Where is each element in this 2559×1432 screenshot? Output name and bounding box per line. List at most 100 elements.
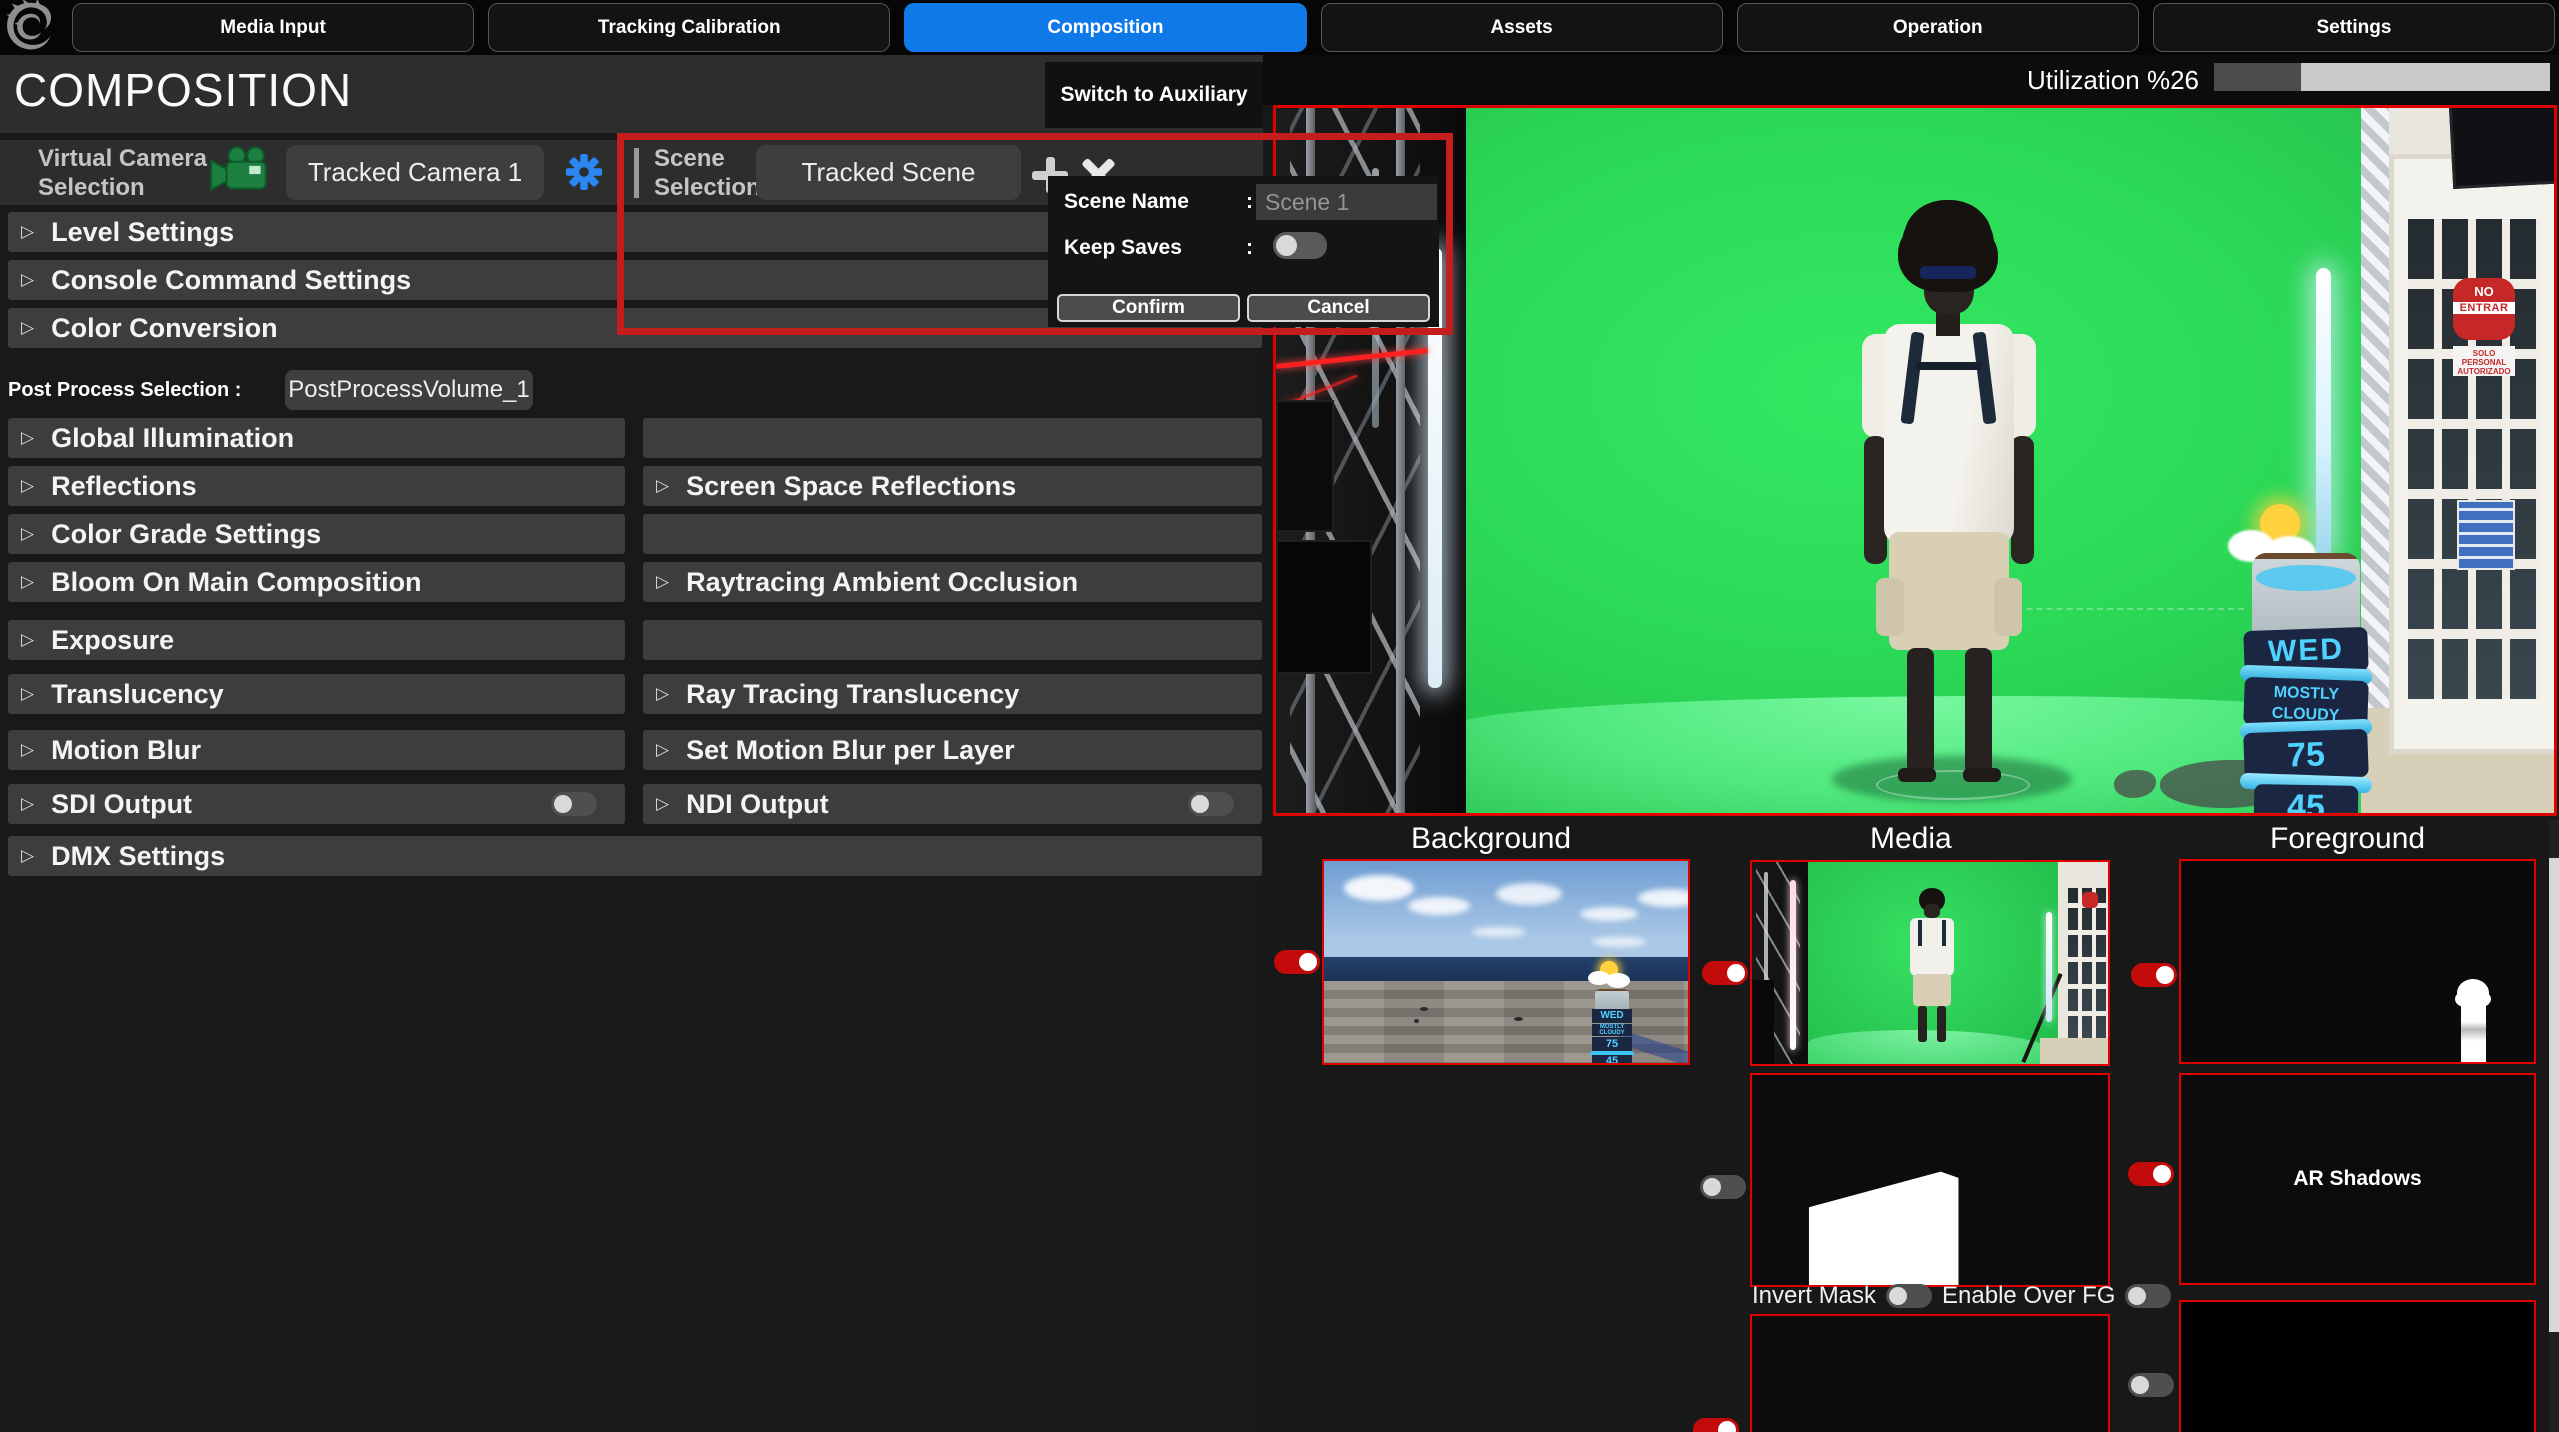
foreground-enable-toggle[interactable] [2131,963,2177,987]
divider [634,148,639,198]
section-sdi-output[interactable]: ▷SDI Output [8,784,625,824]
cancel-button[interactable]: Cancel [1247,294,1430,322]
brand-dragon-logo-icon [2,0,58,55]
talent-foot [1898,768,1936,782]
caret-right-icon: ▷ [21,846,34,866]
section-bloom-main-composition[interactable]: ▷Bloom On Main Composition [8,562,625,602]
caret-right-icon: ▷ [21,476,34,496]
barrel-cyan-ring [2256,565,2356,591]
virtual-camera-selection-label: Virtual CameraSelection [38,144,207,202]
ar-weather-barrel-mini: WED MOSTLY CLOUDY 75 45 [1592,989,1632,1065]
post-process-select[interactable]: PostProcessVolume_1 [285,370,533,410]
media-enable-toggle[interactable] [1702,961,1748,985]
media-row3-toggle[interactable] [1693,1418,1739,1432]
caret-right-icon: ▷ [21,684,34,704]
garbage-matte-shape [1752,1075,2108,1285]
background-enable-toggle[interactable] [1274,950,1320,974]
background-thumbnail[interactable]: WED MOSTLY CLOUDY 75 45 [1322,859,1690,1065]
no-entrar-sign [2082,892,2098,908]
section-global-illumination[interactable]: ▷Global Illumination [8,418,625,458]
caret-right-icon: ▷ [656,572,669,592]
section-ndi-output[interactable]: ▷NDI Output [643,784,1262,824]
media-mask-thumbnail[interactable] [1750,1073,2110,1287]
ar-shadows-toggle[interactable] [2128,1162,2174,1186]
main-tabs: Media Input Tracking Calibration Composi… [72,3,2555,52]
ar-shadows-label: AR Shadows [2181,1075,2534,1283]
no-entrar-sign: NO ENTRAR [2453,278,2515,340]
floor-debris [1414,1019,1419,1023]
french-door [2389,154,2557,754]
colon: : [1246,236,1253,260]
section-set-motion-blur-per-layer[interactable]: ▷Set Motion Blur per Layer [643,730,1262,770]
media-header: Media [1870,822,1952,856]
switch-to-auxiliary-button[interactable]: Switch to Auxiliary [1045,62,1263,128]
tab-operation[interactable]: Operation [1737,3,2139,52]
media-row3-thumbnail[interactable] [1750,1314,2110,1432]
talent-arm [2011,436,2034,564]
cargo-pocket [1994,578,2022,636]
virtual-camera-select[interactable]: Tracked Camera 1 [286,145,544,200]
section-color-grade-settings[interactable]: ▷Color Grade Settings [8,514,625,554]
ar-shadows-thumbnail[interactable]: AR Shadows [2179,1073,2536,1285]
foreground-thumbnail[interactable] [2179,859,2536,1064]
section-reflections[interactable]: ▷Reflections [8,466,625,506]
caret-right-icon: ▷ [21,524,34,544]
caret-right-icon: ▷ [656,476,669,496]
tab-settings[interactable]: Settings [2153,3,2555,52]
studio-speaker [1276,400,1334,532]
beige-floor [2040,1038,2110,1066]
scene-name-label: Scene Name [1064,190,1189,214]
page-title: COMPOSITION [14,63,352,117]
mask-options-row: Invert Mask Enable Over FG [1752,1282,2171,1310]
post-process-label: Post Process Selection : [8,379,241,402]
section-translucency[interactable]: ▷Translucency [8,674,625,714]
foreground-row3-toggle[interactable] [2128,1373,2174,1397]
keep-saves-toggle[interactable] [1273,232,1327,259]
invert-mask-toggle[interactable] [1886,1284,1932,1308]
foreground-mask-fragment [2461,1003,2486,1064]
section-motion-blur[interactable]: ▷Motion Blur [8,730,625,770]
ndi-output-toggle[interactable] [1188,792,1234,816]
mask-enable-toggle[interactable] [1700,1175,1746,1199]
tab-composition[interactable]: Composition [904,3,1306,52]
enable-over-fg-toggle[interactable] [2125,1284,2171,1308]
gear-icon[interactable] [565,153,603,191]
section-ray-tracing-translucency[interactable]: ▷Ray Tracing Translucency [643,674,1262,714]
door-wall [2058,862,2110,1066]
foreground-row3-thumbnail[interactable] [2179,1300,2536,1432]
confirm-button[interactable]: Confirm [1057,294,1240,322]
studio-door-wall: NO ENTRAR SOLO PERSONAL AUTORIZADO [2361,108,2557,816]
sea [1324,957,1688,981]
tab-tracking-calibration[interactable]: Tracking Calibration [488,3,890,52]
video-camera-icon [208,142,274,205]
led-tube [2316,268,2331,558]
talent-leg [1965,648,1992,774]
sdi-output-toggle[interactable] [551,792,597,816]
caret-right-icon: ▷ [21,630,34,650]
media-thumbnail[interactable] [1750,860,2110,1066]
caret-right-icon: ▷ [656,684,669,704]
scene-select[interactable]: Tracked Scene [756,145,1021,200]
section-raytracing-ambient-occlusion[interactable]: ▷Raytracing Ambient Occlusion [643,562,1262,602]
scene-name-input[interactable] [1256,184,1437,220]
scene-name-dialog: Scene Name : Keep Saves : Confirm Cancel [1048,176,1439,327]
chest-strap [1916,362,1982,370]
caret-right-icon: ▷ [21,270,34,290]
solo-personal-sign: SOLO PERSONAL AUTORIZADO [2453,346,2515,376]
talent-face [1924,904,1940,918]
tab-media-input[interactable]: Media Input [72,3,474,52]
ar-cloud [1606,973,1630,988]
tab-assets[interactable]: Assets [1321,3,1723,52]
caret-right-icon: ▷ [21,794,34,814]
utilization-strip: Utilization %26 [1263,55,2559,105]
section-screen-space-reflections[interactable]: ▷Screen Space Reflections [643,466,1262,506]
section-dmx-settings[interactable]: ▷DMX Settings [8,836,1262,876]
talent-shirt [1884,324,2014,544]
camera-rig [1276,540,1372,674]
composite-preview-viewport: NO ENTRAR SOLO PERSONAL AUTORIZADO [1273,105,2557,816]
blue-info-sign [2457,500,2515,570]
keep-saves-label: Keep Saves [1064,236,1182,260]
backpack-strap [1942,920,1946,946]
scrollbar-thumb[interactable] [2549,858,2559,1332]
section-exposure[interactable]: ▷Exposure [8,620,625,660]
